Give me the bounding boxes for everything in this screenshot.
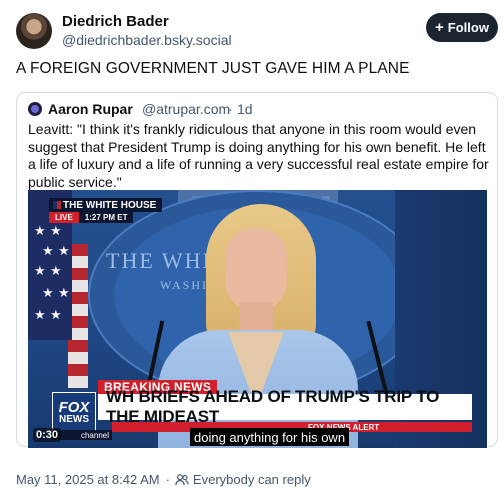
live-indicator: LIVE 1:27 PM ET <box>49 212 134 223</box>
quoted-author-avatar[interactable] <box>28 102 42 116</box>
post: Diedrich Bader @diedrichbader.bsky.socia… <box>0 0 504 500</box>
quoted-post-time[interactable]: 1d <box>237 101 253 117</box>
plus-icon: + <box>435 19 444 36</box>
post-timestamp[interactable]: May 11, 2025 at 8:42 AM <box>16 472 160 487</box>
live-label: LIVE <box>49 212 79 223</box>
follow-button-label: Follow <box>447 20 489 35</box>
post-text: A FOREIGN GOVERNMENT JUST GAVE HIM A PLA… <box>16 60 410 77</box>
quoted-author-display-name[interactable]: Aaron Rupar <box>48 101 133 117</box>
quoted-post-text: Leavitt: "I think it's frankly ridiculou… <box>28 121 489 190</box>
speaker-face <box>225 228 287 312</box>
video-player[interactable]: THE WHITE WASHI ★ ★ ★ ★ ★ ★ ★ ★ ★ ★ THE … <box>28 190 487 448</box>
author-handle[interactable]: @diedrichbader.bsky.social <box>62 32 232 48</box>
quoted-post[interactable]: Aaron Rupar @atrupar.com · 1d Leavitt: "… <box>16 92 498 448</box>
live-time: 1:27 PM ET <box>78 212 134 223</box>
video-duration: 0:30 <box>33 428 62 442</box>
white-house-label: THE WHITE HOUSE <box>49 198 163 212</box>
post-footer: May 11, 2025 at 8:42 AM · Everybody can … <box>16 472 311 487</box>
flag-icon <box>53 201 61 209</box>
people-icon <box>175 473 189 486</box>
author-display-name[interactable]: Diedrich Bader <box>62 13 169 30</box>
author-avatar[interactable] <box>16 13 52 49</box>
fox-news-logo: FOX NEWS <box>52 392 96 432</box>
fox-logo-line1: FOX <box>58 398 90 416</box>
video-caption: doing anything for his own <box>190 428 350 446</box>
follow-button[interactable]: + Follow <box>426 13 498 42</box>
footer-separator: · <box>165 472 170 487</box>
news-headline: WH BRIEFS AHEAD OF TRUMP'S TRIP TO THE M… <box>98 387 472 426</box>
separator-dot: · <box>228 101 233 117</box>
reply-setting[interactable]: Everybody can reply <box>193 472 311 487</box>
backdrop-subtext: WASHI <box>160 278 208 292</box>
quoted-author-handle[interactable]: @atrupar.com <box>142 101 230 117</box>
fox-logo-line2: NEWS <box>59 413 89 425</box>
white-house-label-text: THE WHITE HOUSE <box>63 199 157 211</box>
